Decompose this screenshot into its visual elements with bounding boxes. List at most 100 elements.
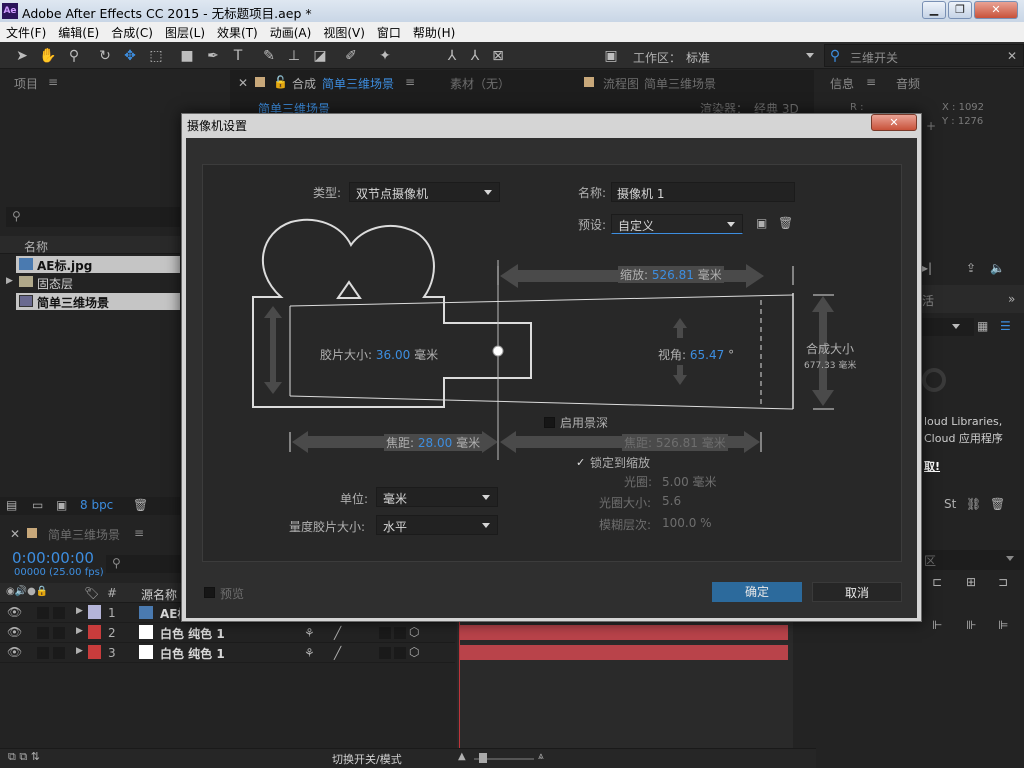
layer-name[interactable]: 白色 纯色 1 [160,625,225,642]
panel-menu-icon[interactable]: ≡ [405,75,415,89]
quality-switch-icon[interactable]: ╱ [334,646,341,660]
info-panel-title[interactable]: 信息 [830,75,854,92]
menu-effect[interactable]: 效果(T) [211,22,264,41]
align-center-icon[interactable]: ⊞ [966,575,976,589]
trash-icon[interactable]: 🗑 [990,497,1005,511]
name-column-label[interactable]: 名称 [24,238,48,255]
menu-window[interactable]: 窗口 [371,22,407,41]
local-axis-icon[interactable]: ⅄ [443,47,461,65]
shy-switch-icon[interactable]: ⚘ [304,646,315,660]
audio-panel-title[interactable]: 音频 [896,75,920,92]
aperture-value[interactable]: 5.00 毫米 [662,473,717,490]
expand-arrow-icon[interactable]: ▶ [76,646,83,656]
menu-view[interactable]: 视图(V) [317,22,371,41]
timeline-track-area[interactable] [457,622,793,748]
layer-duration-bar-3[interactable] [460,645,788,660]
trash-icon[interactable]: 🗑 [133,498,148,512]
comp-tab-name[interactable]: 简单三维场景 [322,75,394,92]
expand-panels-icon[interactable]: » [1008,292,1015,306]
maximize-button[interactable]: ❐ [948,1,972,19]
bpc-button[interactable]: 8 bpc [80,498,113,512]
camera-tool-icon[interactable]: ✥ [121,47,139,65]
layer-duration-bar-2[interactable] [460,625,788,640]
roto-brush-tool-icon[interactable]: ✐ [342,47,360,65]
project-search-input[interactable] [6,207,180,227]
minimize-button[interactable]: ▁ [922,1,946,19]
new-comp-icon[interactable]: ▣ [56,498,67,512]
menu-file[interactable]: 文件(F) [0,22,52,41]
selection-tool-icon[interactable]: ➤ [13,47,31,65]
source-name-column[interactable]: 源名称 [141,586,177,603]
layer-label-color[interactable] [88,605,101,619]
layer-label-color[interactable] [88,625,101,639]
menu-help[interactable]: 帮助(H) [407,22,461,41]
av-switches-icons[interactable]: ◉🔊●🔒 [6,586,48,597]
search-help-input[interactable]: 三维开关 [850,49,898,66]
zoom-in-icon[interactable]: ⩓ [538,751,544,762]
close-tab-icon[interactable]: ✕ [238,76,248,90]
list-view-icon[interactable]: ☰ [1000,319,1011,333]
f-stop-value[interactable]: 5.6 [662,494,681,508]
label-tag-icon[interactable]: 🏷 [84,586,99,600]
save-preset-icon[interactable]: ▣ [756,216,767,230]
flowchart-tab[interactable]: 流程图 [603,75,639,92]
puppet-pin-tool-icon[interactable]: ✦ [376,47,394,65]
depth-of-field-checkbox[interactable] [544,417,555,428]
quality-switch-icon[interactable]: ╱ [334,626,341,640]
3d-layer-icon[interactable]: ⬡ [409,645,419,659]
menu-composition[interactable]: 合成(C) [105,22,159,41]
toggle-switches-modes[interactable]: 切换开关/模式 [332,751,402,767]
preview-checkbox[interactable] [204,587,215,598]
lock-icon[interactable]: 🔓 [273,75,288,89]
camera-type-select[interactable]: 双节点摄像机 [349,182,500,202]
solo-toggle[interactable] [37,647,49,659]
align-left-icon[interactable]: ⊏ [932,575,942,589]
panel-menu-icon[interactable]: ≡ [866,75,876,89]
eye-icon[interactable]: 👁 [7,625,22,639]
align-right-icon[interactable]: ⊐ [998,575,1008,589]
type-tool-icon[interactable]: T [229,47,247,65]
lock-toggle[interactable] [53,647,65,659]
view-axis-icon[interactable]: ⊠ [489,47,507,65]
ok-button[interactable]: 确定 [712,582,802,602]
camera-name-input[interactable]: 摄像机 1 [611,182,795,202]
panel-menu-icon[interactable]: ≡ [134,526,144,540]
layer-name[interactable]: AE标.jpg [160,605,180,622]
brush-tool-icon[interactable]: ✎ [260,47,278,65]
last-frame-icon[interactable]: ▸| [922,261,932,275]
new-folder-icon[interactable]: ▭ [32,498,43,512]
timeline-comp-tab[interactable]: 简单三维场景 [48,526,120,543]
libraries-link[interactable]: 取! [924,458,940,474]
close-tab-icon[interactable]: ✕ [10,527,20,541]
rectangle-tool-icon[interactable]: ■ [178,47,196,65]
lock-toggle[interactable] [53,627,65,639]
libraries-tab-fragment[interactable]: 活 [922,292,934,309]
eye-icon[interactable]: 👁 [7,645,22,659]
adjustment-toggle[interactable] [394,647,406,659]
library-select[interactable] [922,318,974,336]
units-select[interactable]: 毫米 [376,487,498,507]
footage-tab[interactable]: 素材（无） [450,75,510,92]
3d-layer-icon[interactable]: ⬡ [409,625,419,639]
layer-label-color[interactable] [88,645,101,659]
timeline-footer-icons[interactable]: ⧉ ⧉ ⇅ [8,750,40,764]
motion-blur-toggle[interactable] [379,647,391,659]
clone-stamp-tool-icon[interactable]: ⊥ [285,47,303,65]
comp-tab-label[interactable]: 合成 [292,75,316,92]
clear-search-icon[interactable]: ✕ [1007,49,1017,63]
pan-behind-tool-icon[interactable]: ⬚ [147,47,165,65]
solo-toggle[interactable] [37,607,49,619]
panel-menu-icon[interactable]: ≡ [48,75,58,89]
angle-value[interactable]: 65.47 [690,348,724,362]
preset-select[interactable]: 自定义 [611,214,743,234]
workspace-select[interactable]: 标准 [686,49,816,66]
current-timecode[interactable]: 0:00:00:00 [12,549,94,567]
rotate-tool-icon[interactable]: ↻ [96,47,114,65]
motion-blur-toggle[interactable] [379,627,391,639]
zoom-tool-icon[interactable]: ⚲ [65,47,83,65]
zoom-value[interactable]: 526.81 [652,268,694,282]
distribute-center-icon[interactable]: ⊪ [966,618,976,632]
delete-preset-icon[interactable]: 🗑 [778,216,793,230]
expand-arrow-icon[interactable]: ▶ [76,606,83,616]
time-indicator[interactable] [459,622,460,748]
